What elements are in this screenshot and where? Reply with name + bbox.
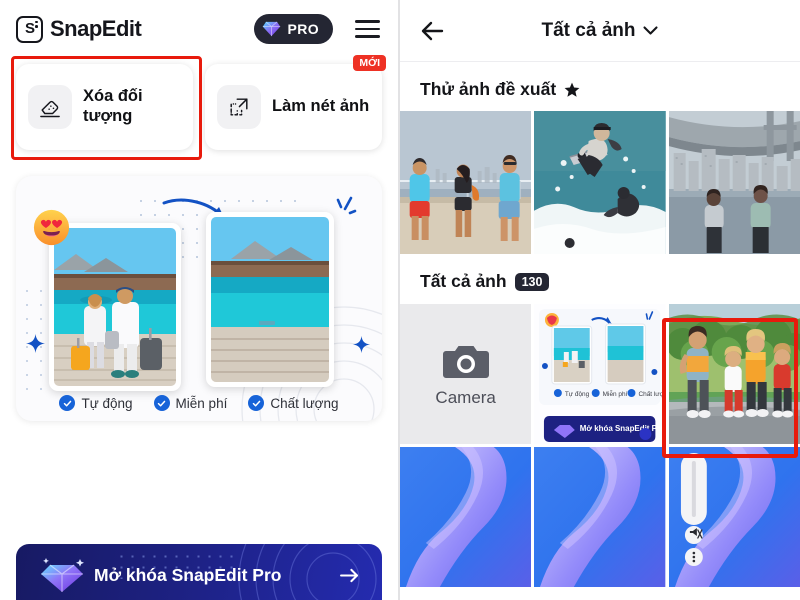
photo-tile-wallpaper[interactable] xyxy=(534,447,666,587)
suggested-photo-bridge[interactable] xyxy=(668,111,800,254)
photo-grid-row xyxy=(400,447,800,587)
new-badge: MỚI xyxy=(353,55,386,71)
before-photo xyxy=(49,223,181,391)
eraser-icon xyxy=(28,85,72,129)
tool-label: Xóa đối tượng xyxy=(83,87,143,125)
heart-eyes-emoji xyxy=(33,209,70,246)
svg-text:Mở khóa SnapEdit Pro: Mở khóa SnapEdit Pro xyxy=(580,424,665,433)
camera-icon xyxy=(442,345,489,378)
feature-check-label: Tự động xyxy=(81,395,133,411)
camera-tile[interactable]: Camera xyxy=(400,304,532,444)
sparkle-icon xyxy=(336,196,357,215)
pro-label: PRO xyxy=(287,21,319,37)
suggested-photo-beach[interactable] xyxy=(400,111,532,254)
star-icon xyxy=(564,82,580,97)
feature-check-quality: Chất lượng xyxy=(248,395,339,411)
gallery-title-dropdown[interactable]: Tất cả ảnh xyxy=(400,20,800,42)
gallery-title: Tất cả ảnh xyxy=(541,19,636,41)
enhance-expand-icon xyxy=(217,85,261,129)
app-header: S SnapEdit PRO xyxy=(0,0,398,58)
banner-title: Mở khóa SnapEdit Pro xyxy=(94,564,282,585)
feature-check-label: Miễn phí xyxy=(175,395,228,411)
back-arrow-icon[interactable] xyxy=(420,18,446,44)
tool-label: Làm nét ảnh xyxy=(272,97,370,116)
svg-text:Tự động: Tự động xyxy=(565,391,590,398)
check-circle-icon xyxy=(248,395,265,411)
check-circle-icon xyxy=(153,395,170,411)
suggested-photos-row xyxy=(400,111,800,254)
unlock-pro-banner[interactable]: Mở khóa SnapEdit Pro xyxy=(16,544,382,600)
sparkle-icon xyxy=(353,336,370,353)
photo-tile-wallpaper[interactable] xyxy=(400,447,532,587)
tools-row: Xóa đối tượng Làm nét ảnh MỚI xyxy=(0,55,398,160)
feature-check-label: Chất lượng xyxy=(270,395,339,411)
suggested-section-title: Thử ảnh đề xuất xyxy=(420,79,557,99)
logo-letter: S xyxy=(24,19,35,37)
feature-check-free: Miễn phí xyxy=(153,395,228,411)
tool-card-enhance-photo[interactable]: Làm nét ảnh MỚI xyxy=(205,55,386,150)
all-photos-section-header: Tất cả ảnh 130 xyxy=(400,254,800,303)
chevron-down-icon xyxy=(643,26,659,35)
gallery-header: Tất cả ảnh xyxy=(400,0,800,62)
camera-tile-label: Camera xyxy=(435,387,496,407)
after-photo xyxy=(206,212,334,387)
suggested-photo-wakeboard[interactable] xyxy=(534,111,666,254)
logo-wordmark: SnapEdit xyxy=(50,16,142,41)
diamond-icon xyxy=(41,558,84,592)
logo-mark-icon: S xyxy=(16,15,43,43)
pro-upgrade-button[interactable]: PRO xyxy=(254,14,333,44)
suggested-section-header: Thử ảnh đề xuất xyxy=(400,62,800,111)
photo-count-badge: 130 xyxy=(514,272,550,291)
photo-tile-app-screenshot[interactable]: Tự động Miễn phí Chất lượng Mở khóa Snap… xyxy=(534,304,666,444)
check-circle-icon xyxy=(59,395,76,411)
before-after-promo-card[interactable]: Tự động Miễn phí Chất lượng xyxy=(16,176,382,421)
all-photos-section-title: Tất cả ảnh xyxy=(420,271,507,291)
photo-tile-wallpaper-volume[interactable] xyxy=(668,447,800,587)
diamond-icon xyxy=(263,21,281,37)
hamburger-menu-icon[interactable] xyxy=(355,20,380,38)
sparkle-icon xyxy=(26,334,45,353)
app-logo: S SnapEdit xyxy=(16,15,142,43)
snapedit-app-panel: S SnapEdit PRO Xóa đối tượng Làm nét ảnh… xyxy=(0,0,398,600)
svg-text:Miễn phí: Miễn phí xyxy=(603,389,628,398)
arrow-right-icon[interactable] xyxy=(334,560,364,590)
tool-card-remove-object[interactable]: Xóa đối tượng xyxy=(16,64,193,150)
photo-tile-family-jogging[interactable] xyxy=(668,304,800,444)
svg-text:Chất lượng: Chất lượng xyxy=(639,389,666,398)
photo-grid-row: Camera Tự động Miễn phí Chất lượ Mở khóa… xyxy=(400,304,800,444)
feature-check-auto: Tự động xyxy=(59,395,133,411)
logo-dots-icon xyxy=(35,20,38,28)
photo-gallery-panel: Tất cả ảnh Thử ảnh đề xuất Tất cả ảnh 13… xyxy=(400,0,800,600)
feature-checks-row: Tự động Miễn phí Chất lượng xyxy=(16,395,382,411)
